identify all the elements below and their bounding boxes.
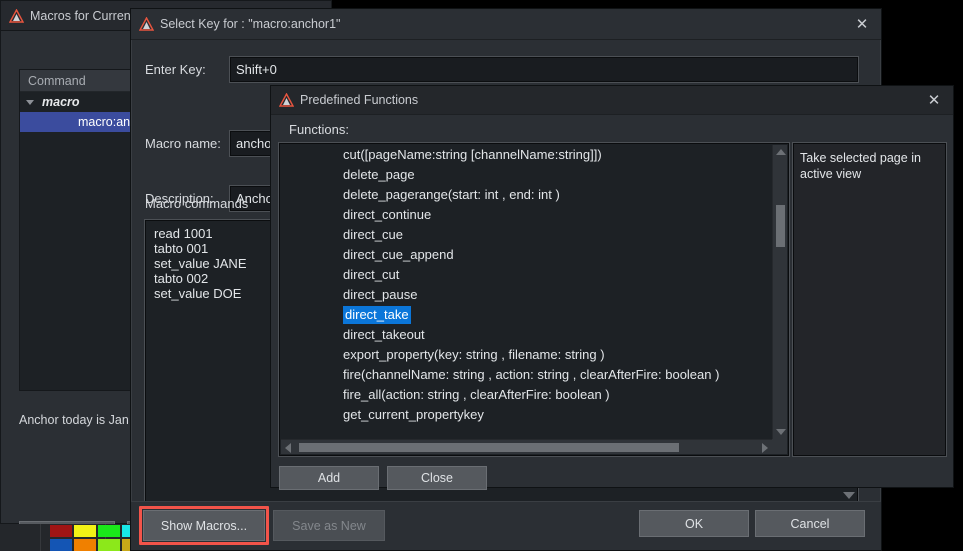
list-item-label: delete_page — [343, 167, 415, 182]
list-item[interactable]: fire(channelName: string , action: strin… — [281, 365, 772, 385]
app-logo-icon — [139, 17, 154, 31]
app-logo-icon — [279, 93, 294, 107]
enter-key-input[interactable]: Shift+0 — [230, 57, 858, 82]
list-item-label: direct_continue — [343, 207, 431, 222]
add-button[interactable]: Add — [279, 466, 379, 490]
macros-window-title: Macros for Current — [30, 9, 134, 23]
list-item[interactable]: direct_cue — [281, 225, 772, 245]
vertical-scrollbar-thumb[interactable] — [776, 205, 785, 247]
color-swatch[interactable] — [50, 539, 72, 551]
predefined-functions-title: Predefined Functions — [300, 93, 418, 107]
list-item[interactable]: cut([pageName:string [channelName:string… — [281, 145, 772, 165]
list-item-label: direct_cue_append — [343, 247, 454, 262]
functions-list[interactable]: cut([pageName:string [channelName:string… — [281, 145, 772, 439]
list-item-label: cut([pageName:string [channelName:string… — [343, 147, 602, 162]
triangle-down-icon[interactable] — [843, 492, 855, 499]
color-swatch[interactable] — [74, 539, 96, 551]
functions-label: Functions: — [289, 122, 349, 137]
palette-divider-left — [40, 524, 41, 551]
select-key-title: Select Key for : "macro:anchor1" — [160, 17, 340, 31]
color-swatch[interactable] — [98, 525, 120, 537]
list-item[interactable]: fire_all(action: string , clearAfterFire… — [281, 385, 772, 405]
list-item[interactable]: direct_pause — [281, 285, 772, 305]
select-key-titlebar: Select Key for : "macro:anchor1" ✕ — [131, 9, 881, 40]
list-item-label: fire_all(action: string , clearAfterFire… — [343, 387, 610, 402]
enter-key-label: Enter Key: — [145, 62, 206, 77]
predefined-functions-titlebar: Predefined Functions ✕ — [271, 86, 953, 115]
list-item-label: direct_pause — [343, 287, 417, 302]
list-item[interactable]: delete_pagerange(start: int , end: int ) — [281, 185, 772, 205]
scroll-left-arrow-icon[interactable] — [281, 440, 295, 455]
triangle-down-icon[interactable] — [26, 100, 34, 105]
table-row-label: macro:anc — [78, 115, 136, 129]
list-item[interactable]: direct_take — [281, 305, 772, 325]
macro-commands-label: Macro commands — [145, 196, 248, 211]
list-item-label: direct_takeout — [343, 327, 425, 342]
list-item[interactable]: direct_cut — [281, 265, 772, 285]
list-item-label: direct_cue — [343, 227, 403, 242]
list-item-label: export_property(key: string , filename: … — [343, 347, 605, 362]
list-item-label: direct_take — [343, 306, 411, 324]
list-item[interactable]: direct_cue_append — [281, 245, 772, 265]
show-macros-button[interactable]: Show Macros... — [143, 510, 265, 541]
list-item[interactable]: direct_takeout — [281, 325, 772, 345]
list-item-label: direct_cut — [343, 267, 399, 282]
save-as-new-button[interactable]: Save as New — [273, 510, 385, 541]
function-description-panel: Take selected page in active view — [793, 143, 946, 456]
list-item[interactable]: get_current_propertykey — [281, 405, 772, 425]
color-swatch[interactable] — [74, 525, 96, 537]
ok-button[interactable]: OK — [639, 510, 749, 537]
list-item-label: delete_pagerange(start: int , end: int ) — [343, 187, 560, 202]
close-icon[interactable]: ✕ — [923, 89, 945, 111]
macro-name-label: Macro name: — [145, 136, 221, 151]
list-item[interactable]: delete_page — [281, 165, 772, 185]
scrollbar-corner — [772, 439, 787, 454]
close-icon[interactable]: ✕ — [851, 13, 873, 35]
cancel-button[interactable]: Cancel — [755, 510, 865, 537]
scroll-down-arrow-icon[interactable] — [773, 425, 788, 439]
close-button[interactable]: Close — [387, 466, 487, 490]
list-item-label: get_current_propertykey — [343, 407, 484, 422]
macro-commands-text: read 1001 tabto 001 set_value JANE tabto… — [154, 226, 247, 301]
predefined-functions-body: Functions: cut([pageName:string [channel… — [271, 115, 953, 487]
horizontal-scrollbar-thumb[interactable] — [299, 443, 679, 452]
anchor-note-text: Anchor today is Jan — [19, 413, 129, 427]
color-swatch[interactable] — [50, 525, 72, 537]
scroll-right-arrow-icon[interactable] — [758, 440, 772, 455]
list-item[interactable]: direct_continue — [281, 205, 772, 225]
list-item-label: fire(channelName: string , action: strin… — [343, 367, 719, 382]
color-swatch[interactable] — [98, 539, 120, 551]
predefined-functions-dialog: Predefined Functions ✕ Functions: cut([p… — [270, 85, 954, 488]
table-row-label: macro — [42, 95, 80, 109]
select-key-button-bar: Show Macros... Save as New OK Cancel — [131, 501, 881, 550]
scroll-up-arrow-icon[interactable] — [773, 145, 788, 159]
app-logo-icon — [9, 9, 24, 23]
list-item[interactable]: export_property(key: string , filename: … — [281, 345, 772, 365]
functions-list-frame: cut([pageName:string [channelName:string… — [279, 143, 789, 456]
functions-horizontal-scrollbar[interactable] — [281, 439, 772, 454]
functions-vertical-scrollbar[interactable] — [772, 145, 787, 439]
